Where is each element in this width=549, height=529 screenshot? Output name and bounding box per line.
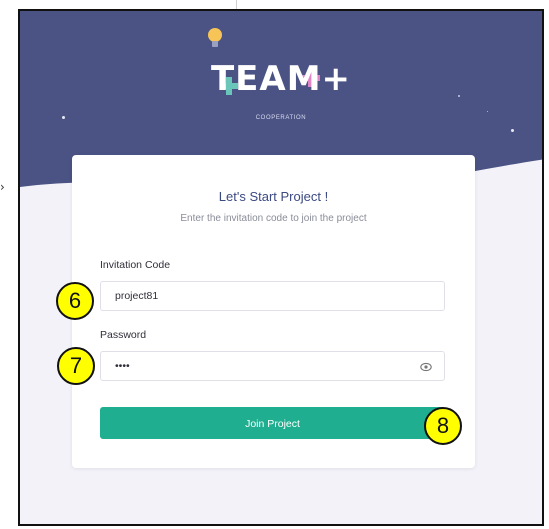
invitation-code-value: project81 [115,290,159,302]
password-input[interactable]: •••• [100,351,445,381]
password-label: Password [100,329,147,341]
password-value: •••• [115,360,130,372]
brand-logo: TEAM+ COOPERATION [20,25,542,125]
step-marker-6: 6 [56,282,94,320]
step-marker-7: 7 [57,347,95,385]
card-subtitle: Enter the invitation code to join the pr… [180,213,367,224]
join-project-card: Let's Start Project ! Enter the invitati… [72,155,475,468]
screenshot-frame: TEAM+ COOPERATION Let's Start Project ! … [18,9,544,526]
eye-icon[interactable] [420,361,432,373]
margin-arrow-mark: › [0,180,5,194]
step-marker-8: 8 [424,407,462,445]
brand-tagline: COOPERATION [255,115,307,121]
brand-title: TEAM+ [210,59,352,99]
sparkle-dot [511,129,514,132]
card-title: Let's Start Project ! [218,189,329,204]
lightbulb-icon [208,28,222,47]
join-project-button[interactable]: Join Project [100,407,445,439]
invitation-code-input[interactable]: project81 [100,281,445,311]
invitation-code-label: Invitation Code [100,259,171,271]
